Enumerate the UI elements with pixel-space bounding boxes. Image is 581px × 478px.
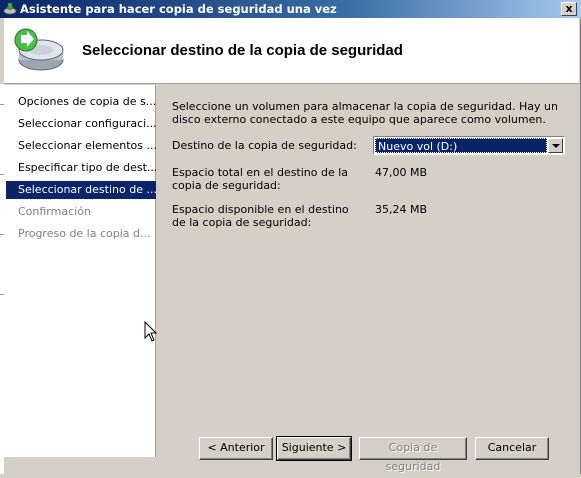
wizard-content: Seleccione un volumen para almacenar la … bbox=[157, 85, 579, 457]
total-space-label: Espacio total en el destino de la copia … bbox=[172, 166, 349, 192]
wizard-steps-sidebar: Opciones de copia de s... Seleccionar co… bbox=[4, 85, 156, 457]
backup-button: Copia de seguridad bbox=[359, 437, 467, 473]
step-destination-type[interactable]: Especificar tipo de dest... bbox=[6, 159, 156, 177]
window-title: Asistente para hacer copia de seguridad … bbox=[20, 2, 337, 16]
destination-selected-value[interactable]: Nuevo vol (D:) bbox=[375, 138, 547, 153]
wizard-window: Asistente para hacer copia de seguridad … bbox=[0, 0, 581, 478]
free-space-value: 35,24 MB bbox=[375, 203, 428, 216]
chevron-down-icon[interactable] bbox=[548, 138, 563, 153]
page-title: Seleccionar destino de la copia de segur… bbox=[82, 42, 403, 59]
free-space-label: Espacio disponible en el destino de la c… bbox=[172, 203, 349, 229]
destination-label: Destino de la copia de seguridad: bbox=[172, 139, 357, 152]
wizard-header: Seleccionar destino de la copia de segur… bbox=[4, 18, 579, 84]
step-select-configuration[interactable]: Seleccionar configuraci... bbox=[6, 115, 156, 133]
destination-dropdown[interactable]: Nuevo vol (D:) bbox=[373, 136, 565, 155]
step-backup-options[interactable]: Opciones de copia de s... bbox=[6, 93, 156, 111]
window-bottom-border bbox=[0, 474, 581, 478]
close-button[interactable]: x bbox=[561, 2, 577, 16]
backup-app-icon bbox=[3, 2, 17, 15]
next-button[interactable]: Siguiente > bbox=[276, 436, 352, 461]
step-select-destination[interactable]: Seleccionar destino de ... bbox=[6, 181, 156, 199]
step-progress: Progreso de la copia d... bbox=[18, 227, 151, 240]
intro-text: Seleccione un volumen para almacenar la … bbox=[172, 100, 558, 126]
title-bar[interactable]: Asistente para hacer copia de seguridad … bbox=[0, 0, 581, 18]
total-space-value: 47,00 MB bbox=[375, 166, 428, 179]
back-button[interactable]: < Anterior bbox=[199, 437, 273, 460]
cancel-button[interactable]: Cancelar bbox=[475, 437, 549, 460]
step-select-items[interactable]: Seleccionar elementos ... bbox=[6, 137, 156, 155]
step-confirmation: Confirmación bbox=[18, 205, 91, 218]
mouse-pointer-icon bbox=[144, 321, 158, 342]
backup-drive-icon bbox=[14, 28, 64, 71]
